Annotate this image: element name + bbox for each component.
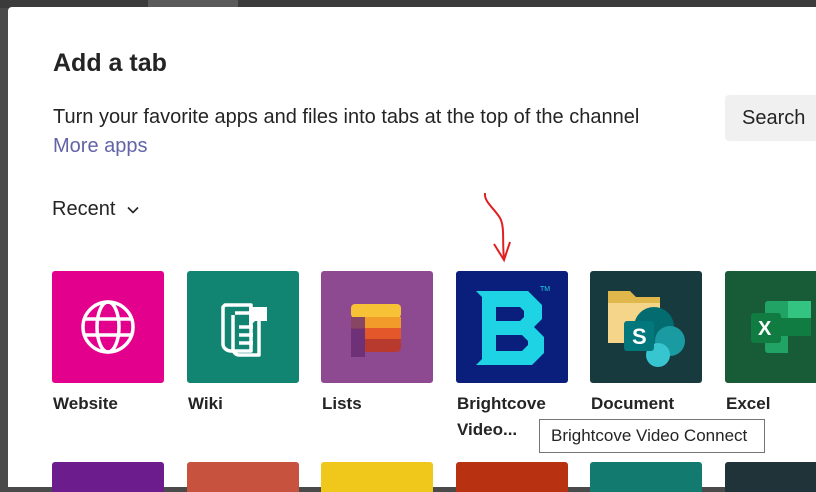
app-tile-row2[interactable]	[725, 462, 816, 492]
app-tile-lists[interactable]	[321, 271, 433, 383]
annotation-arrow-icon	[483, 192, 511, 263]
globe-icon	[52, 271, 164, 383]
app-tile-website[interactable]	[52, 271, 164, 383]
app-tile-row2[interactable]	[590, 462, 702, 492]
recent-filter-dropdown[interactable]: Recent	[52, 198, 141, 221]
app-label-document: Document	[591, 394, 675, 413]
search-input[interactable]: Search	[725, 95, 816, 141]
chevron-down-icon	[127, 206, 139, 214]
excel-icon: X	[725, 271, 816, 383]
app-tile-excel[interactable]: X	[725, 271, 816, 383]
app-tile-row2[interactable]	[321, 462, 433, 492]
app-label-website: Website	[53, 394, 118, 413]
search-placeholder: Search	[742, 106, 806, 129]
sharepoint-folder-icon: S	[590, 271, 702, 383]
svg-text:TM: TM	[540, 286, 550, 293]
app-tile-row2[interactable]	[456, 462, 568, 492]
dialog-title: Add a tab	[53, 49, 167, 77]
brightcove-icon: TM	[456, 271, 568, 383]
app-tile-row2[interactable]	[52, 462, 164, 492]
app-label-lists: Lists	[322, 394, 362, 413]
svg-text:S: S	[632, 324, 647, 349]
app-tile-document[interactable]: S	[590, 271, 702, 383]
wiki-icon	[187, 271, 299, 383]
add-tab-dialog: Add a tab Turn your favorite apps and fi…	[8, 7, 816, 492]
lists-icon	[321, 271, 433, 383]
filter-label: Recent	[52, 198, 116, 220]
tooltip-text: Brightcove Video Connect	[551, 426, 748, 445]
tooltip: Brightcove Video Connect	[539, 419, 765, 453]
more-apps-link[interactable]: More apps	[53, 135, 148, 158]
dialog-subtitle: Turn your favorite apps and files into t…	[53, 106, 640, 128]
app-label-wiki: Wiki	[188, 394, 223, 413]
app-tile-row2[interactable]	[187, 462, 299, 492]
app-tile-brightcove[interactable]: TM	[456, 271, 568, 383]
app-tile-wiki[interactable]	[187, 271, 299, 383]
app-label-excel: Excel	[726, 394, 771, 413]
svg-text:X: X	[758, 318, 772, 340]
